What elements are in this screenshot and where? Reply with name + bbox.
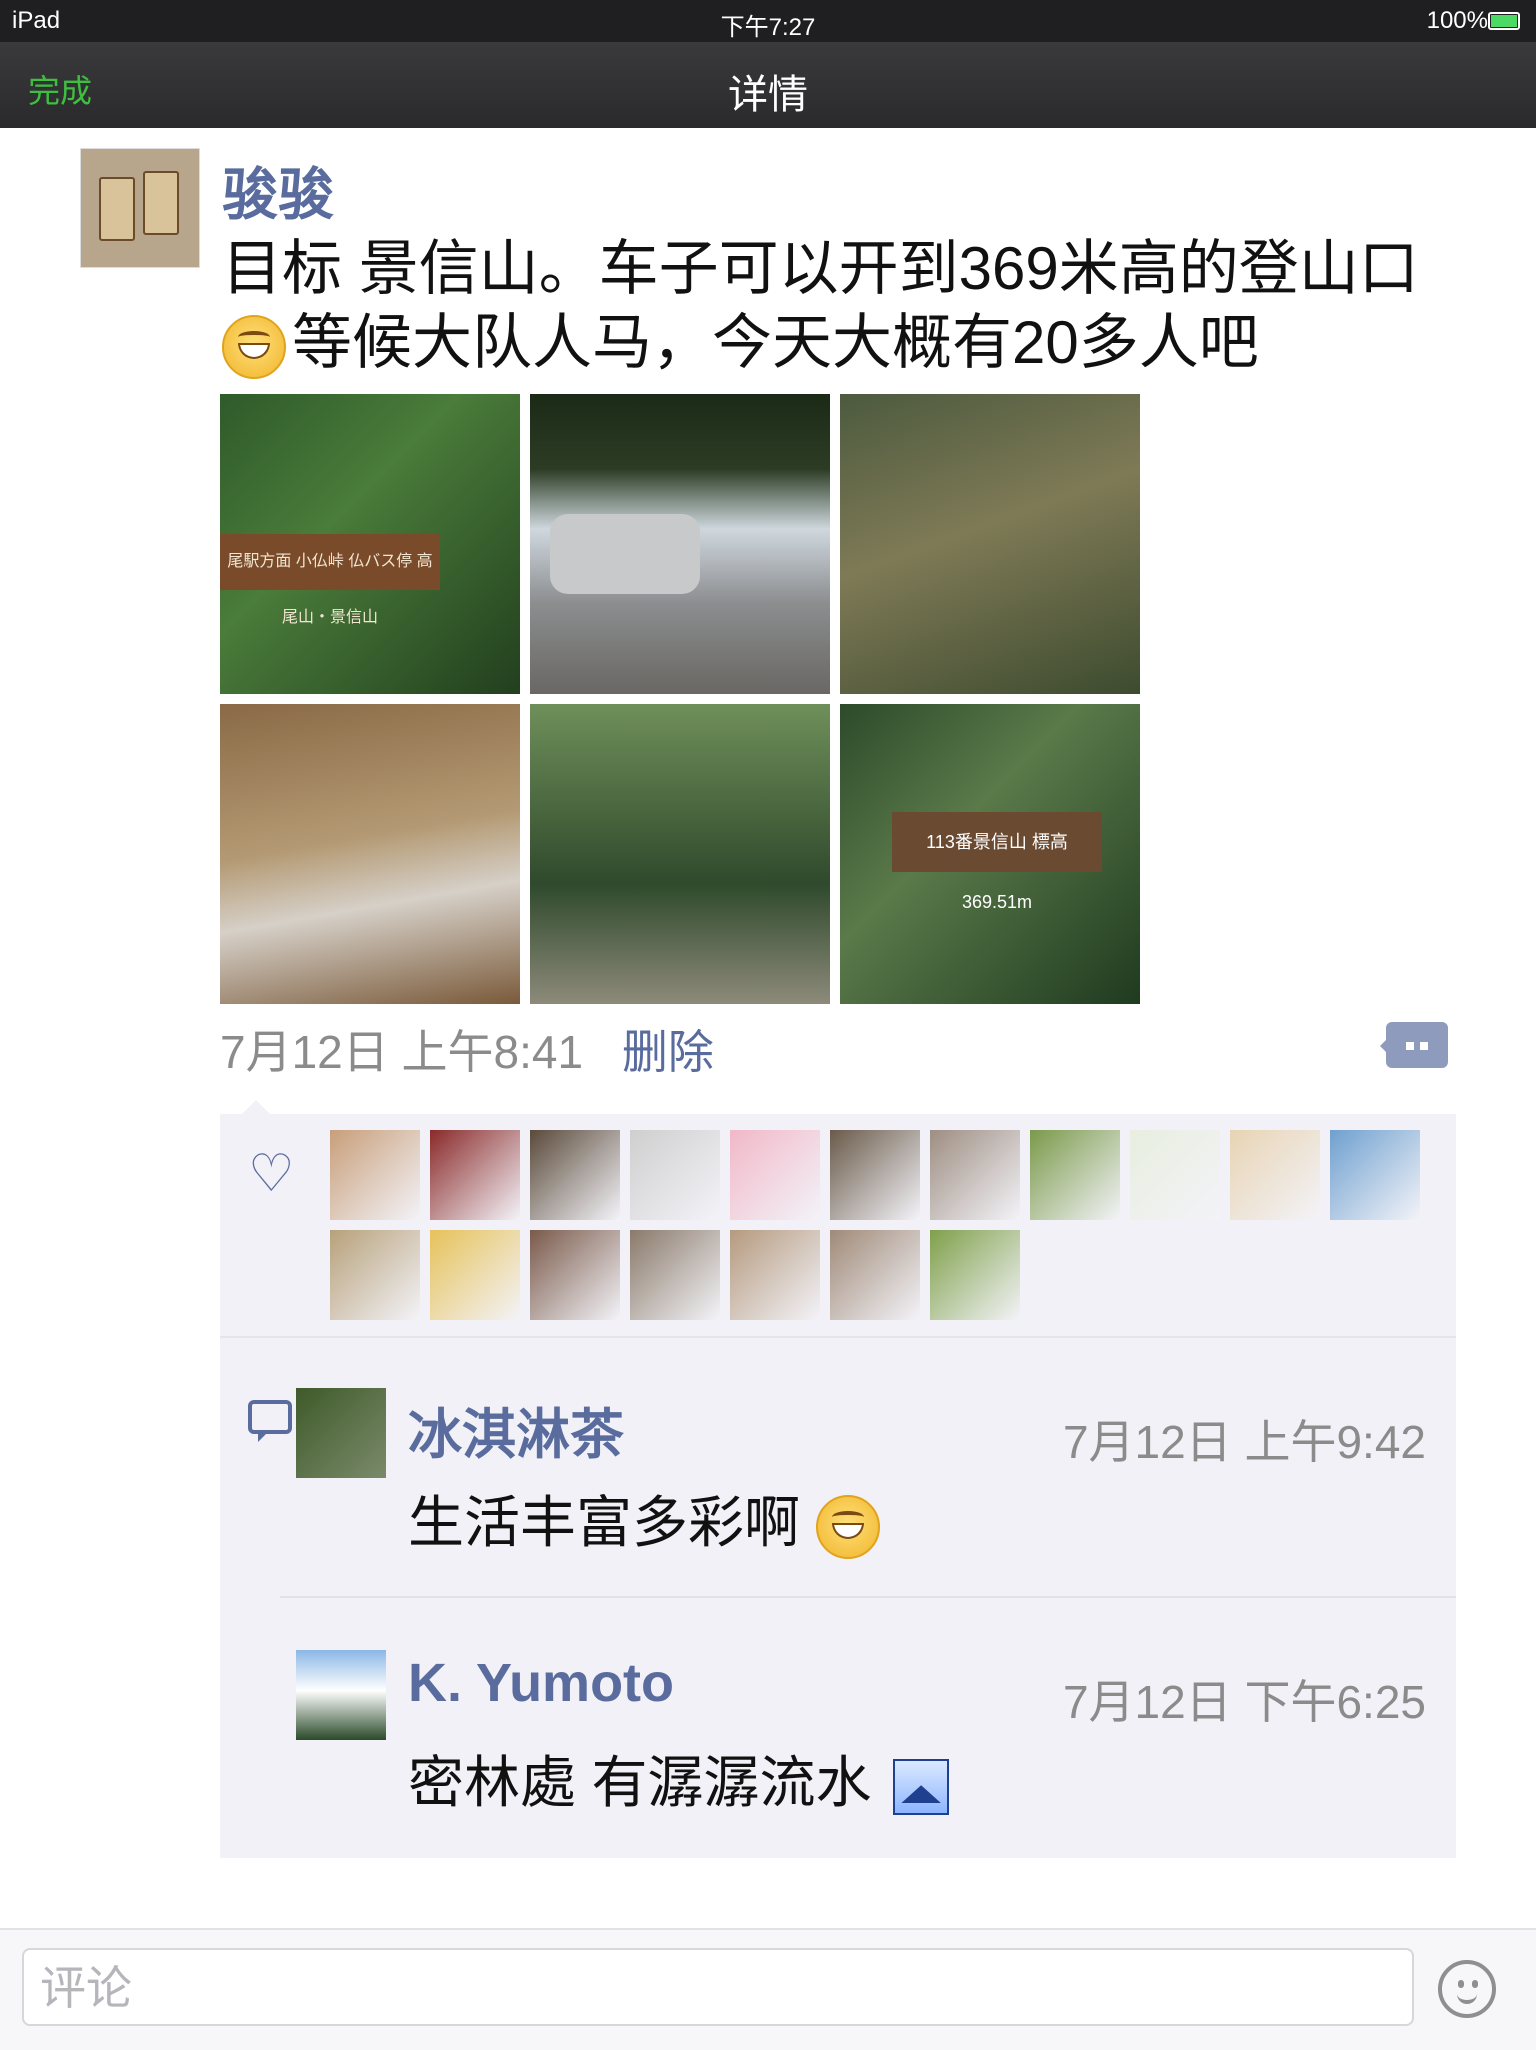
comment-input-field[interactable]	[24, 1950, 1430, 2026]
image-icon	[893, 1759, 950, 1816]
photo-parking-cars[interactable]	[530, 394, 830, 694]
photo-waterfall[interactable]	[220, 704, 520, 1004]
like-avatar[interactable]	[330, 1130, 420, 1220]
like-avatar[interactable]	[930, 1230, 1020, 1320]
comment-time: 7月12日 下午6:25	[1062, 1676, 1426, 1728]
emoji-icon[interactable]	[1438, 1960, 1496, 2018]
like-avatar[interactable]	[730, 1130, 820, 1220]
avatar-keychain-icon	[99, 177, 135, 241]
photo-grid: 尾駅方面 小仏峠 仏バス停 高尾山・景信山 113番景信山 標高369.51m	[220, 394, 1140, 1004]
avatar-keychain-icon	[143, 171, 179, 235]
comment-text: 生活丰富多彩啊	[408, 1478, 886, 1560]
battery-percent: 100%	[1426, 7, 1488, 34]
delete-button[interactable]: 删除	[622, 1026, 714, 1078]
grin-emoji-icon	[815, 1495, 880, 1560]
like-avatar[interactable]	[1230, 1130, 1320, 1220]
comment-text: 密林處 有潺潺流水	[408, 1738, 950, 1819]
comment-divider	[280, 1596, 1456, 1598]
like-avatar[interactable]	[530, 1130, 620, 1220]
post-text: 目标 景信山。车子可以开到369米高的登山口 等候大队人马，今天大概有20多人吧	[222, 232, 1482, 380]
comment-avatar[interactable]	[296, 1650, 386, 1740]
photo-elevation-sign[interactable]: 113番景信山 標高369.51m	[840, 704, 1140, 1004]
photo-forest-path[interactable]	[530, 704, 830, 1004]
like-avatar[interactable]	[1030, 1130, 1120, 1220]
photo-sign-text: 113番景信山 標高369.51m	[892, 812, 1102, 912]
comment-input[interactable]	[22, 1948, 1430, 2026]
status-bar: iPad 下午7:27 100%	[0, 0, 1536, 42]
like-avatar[interactable]	[630, 1230, 720, 1320]
navigation-bar: 完成 详情	[0, 42, 1536, 128]
status-time: 下午7:27	[720, 14, 816, 41]
battery-icon	[1488, 12, 1520, 30]
like-avatar[interactable]	[1130, 1130, 1220, 1220]
likes-panel: ♡	[220, 1100, 1456, 1336]
photo-sign-text: 尾駅方面 小仏峠 仏バス停 高尾山・景信山	[220, 534, 440, 626]
car-shape	[550, 514, 700, 594]
like-avatar[interactable]	[830, 1130, 920, 1220]
like-avatar[interactable]	[530, 1230, 620, 1320]
nav-title: 详情	[728, 73, 808, 117]
comments-panel: 冰淇淋茶 7月12日 上午9:42 生活丰富多彩啊 K. Yumoto 7月12…	[220, 1338, 1456, 1858]
comment-bubble-icon	[248, 1400, 292, 1442]
comment-author[interactable]: 冰淇淋茶	[408, 1390, 624, 1469]
photo-forest-sign[interactable]: 尾駅方面 小仏峠 仏バス停 高尾山・景信山	[220, 394, 520, 694]
comment-action-icon[interactable]	[1380, 1022, 1448, 1068]
author-avatar[interactable]	[80, 148, 200, 268]
post-text-line-2: 等候大队人马，今天大概有20多人吧	[222, 306, 1482, 380]
post-text-second: 等候大队人马，今天大概有20多人吧	[292, 309, 1259, 376]
post-text-line: 目标 景信山。车子可以开到369米高的登山口	[222, 235, 1419, 302]
post-timestamp: 7月12日 上午8:41	[220, 1026, 584, 1078]
comment-author[interactable]: K. Yumoto	[408, 1652, 674, 1714]
like-avatar[interactable]	[830, 1230, 920, 1320]
like-avatar[interactable]	[330, 1230, 420, 1320]
author-name[interactable]: 骏骏	[222, 150, 334, 231]
comment-text-value: 密林處 有潺潺流水	[408, 1751, 872, 1814]
like-avatar[interactable]	[930, 1130, 1020, 1220]
like-avatar[interactable]	[430, 1130, 520, 1220]
photo-trail-stream[interactable]	[840, 394, 1140, 694]
comment-text-value: 生活丰富多彩啊	[408, 1491, 800, 1554]
comment-time: 7月12日 上午9:42	[1062, 1416, 1426, 1468]
grin-emoji-icon	[222, 315, 286, 380]
like-avatar[interactable]	[430, 1230, 520, 1320]
like-avatar[interactable]	[630, 1130, 720, 1220]
like-avatar[interactable]	[1330, 1130, 1420, 1220]
comment-avatar[interactable]	[296, 1388, 386, 1478]
like-avatar[interactable]	[730, 1230, 820, 1320]
heart-icon: ♡	[248, 1145, 295, 1203]
comment-bar	[0, 1928, 1536, 2050]
post-meta: 7月12日 上午8:41 删除	[220, 1016, 714, 1082]
